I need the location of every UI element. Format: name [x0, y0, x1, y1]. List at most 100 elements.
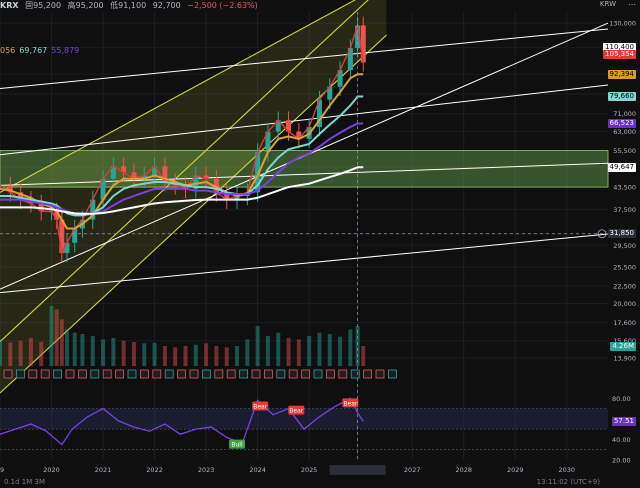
volume-bar	[18, 340, 23, 366]
price-badge: 105,354	[603, 50, 636, 60]
price-tick-label: 71,000	[613, 110, 636, 118]
event-marker	[40, 369, 50, 379]
signal-label: Bear	[289, 408, 303, 415]
high-value: 高95,200	[67, 1, 104, 10]
volume-bar	[0, 339, 2, 366]
low-value: 低91,100	[110, 1, 147, 10]
event-marker	[90, 369, 100, 379]
price-tick-label: 20,000	[613, 300, 636, 308]
event-marker	[375, 369, 385, 379]
event-marker	[338, 369, 348, 379]
event-marker	[276, 369, 286, 379]
volume-bar	[265, 336, 270, 366]
event-marker	[350, 369, 360, 379]
price-tick-label: 43,500	[613, 184, 636, 192]
event-marker	[102, 369, 112, 379]
volume-bar	[8, 342, 13, 366]
volume-bar	[101, 339, 106, 366]
time-tick-label: 2025	[301, 466, 318, 474]
volume-bar	[224, 347, 229, 366]
volume-bar	[286, 338, 291, 366]
event-marker	[28, 369, 38, 379]
event-marker	[53, 369, 62, 379]
price-badge: 31,850	[607, 229, 636, 239]
more-icon[interactable]: ⋯	[628, 0, 636, 9]
volume-bar	[131, 342, 136, 366]
price-tick-label: 37,500	[613, 206, 636, 214]
timeframe-buttons[interactable]: 0.1d 1M 3M	[4, 478, 45, 486]
clock-label: 13:11:02 (UTC+9)	[536, 478, 600, 486]
event-marker	[363, 369, 373, 379]
time-tick-label: 2021	[95, 466, 112, 474]
price-tick-label: 55,500	[613, 147, 636, 155]
price-tick-label: 130,000	[609, 20, 636, 28]
volume-bar	[72, 332, 77, 366]
volume-bar	[296, 339, 301, 366]
event-marker	[387, 369, 397, 379]
volume-bar	[361, 346, 366, 366]
price-tick-label: 17,600	[613, 319, 636, 327]
volume-bar	[121, 340, 126, 366]
ma-legend: 056 69,767 55,879	[0, 46, 83, 55]
event-marker	[65, 369, 75, 379]
price-tick-label: 22,500	[613, 282, 636, 290]
volume-bar	[28, 338, 33, 366]
event-marker	[325, 369, 335, 379]
event-marker	[164, 369, 174, 379]
volume-bar	[235, 346, 240, 366]
time-tick-label: 19	[0, 466, 4, 474]
volume-bar	[338, 336, 343, 366]
event-marker	[3, 369, 13, 379]
currency-label[interactable]: KRW	[600, 0, 616, 8]
price-badge: 49,647	[607, 162, 636, 172]
volume-bar	[54, 309, 59, 366]
event-marker	[301, 369, 311, 379]
volume-bar	[162, 346, 167, 366]
price-badge: 92,394	[607, 69, 636, 79]
event-marker	[226, 369, 236, 379]
volume-bar	[142, 343, 147, 366]
event-marker	[127, 369, 137, 379]
time-tick-label: 2022	[146, 466, 163, 474]
price-chart[interactable]: BearBearBearBull 130,000110,40092,39481,…	[0, 0, 640, 488]
volume-bar	[64, 329, 69, 366]
volume-bar	[193, 344, 198, 366]
event-marker	[288, 369, 298, 379]
event-marker	[139, 369, 149, 379]
volume-bar	[348, 329, 353, 366]
time-tick-label: 2029	[507, 466, 524, 474]
candle-body	[360, 25, 366, 63]
ma-legend-value: 056	[0, 46, 16, 55]
ma-legend-value: 69,767	[19, 46, 48, 55]
symbol-name[interactable]: KRX	[0, 1, 19, 10]
event-marker	[313, 369, 323, 379]
volume-bar	[255, 326, 260, 366]
close-value: 92,700	[152, 1, 181, 10]
volume-bar	[204, 343, 209, 366]
volume-bar	[80, 334, 85, 366]
event-marker	[201, 369, 211, 379]
volume-bar	[59, 319, 64, 366]
rsi-tick-label: 40.00	[612, 436, 631, 444]
volume-bar	[317, 332, 322, 366]
time-tick-label: 2028	[455, 466, 472, 474]
event-marker	[15, 369, 25, 379]
time-tick-label: 2023	[198, 466, 215, 474]
price-badge: 79,660	[607, 91, 636, 101]
volume-bar	[276, 332, 281, 366]
time-tick-label: 2024	[249, 466, 266, 474]
volume-bar	[245, 339, 250, 366]
crosshair-date-box	[329, 465, 386, 475]
signal-label: Bear	[253, 404, 267, 411]
time-tick-label: 2020	[43, 466, 60, 474]
open-value: 固95,200	[25, 1, 62, 10]
rsi-tick-label: 80.00	[612, 395, 631, 403]
bottom-toolbar: 0.1d 1M 3M 13:11:02 (UTC+9)	[0, 478, 640, 488]
volume-bar	[90, 336, 95, 366]
time-tick-label: 2027	[404, 466, 421, 474]
rsi-value-badge: 57.51	[611, 416, 636, 426]
volume-bar	[183, 346, 188, 366]
event-marker	[78, 369, 87, 379]
volume-bar	[152, 342, 157, 366]
change-value: −2,500 (−2.63%)	[187, 1, 258, 10]
